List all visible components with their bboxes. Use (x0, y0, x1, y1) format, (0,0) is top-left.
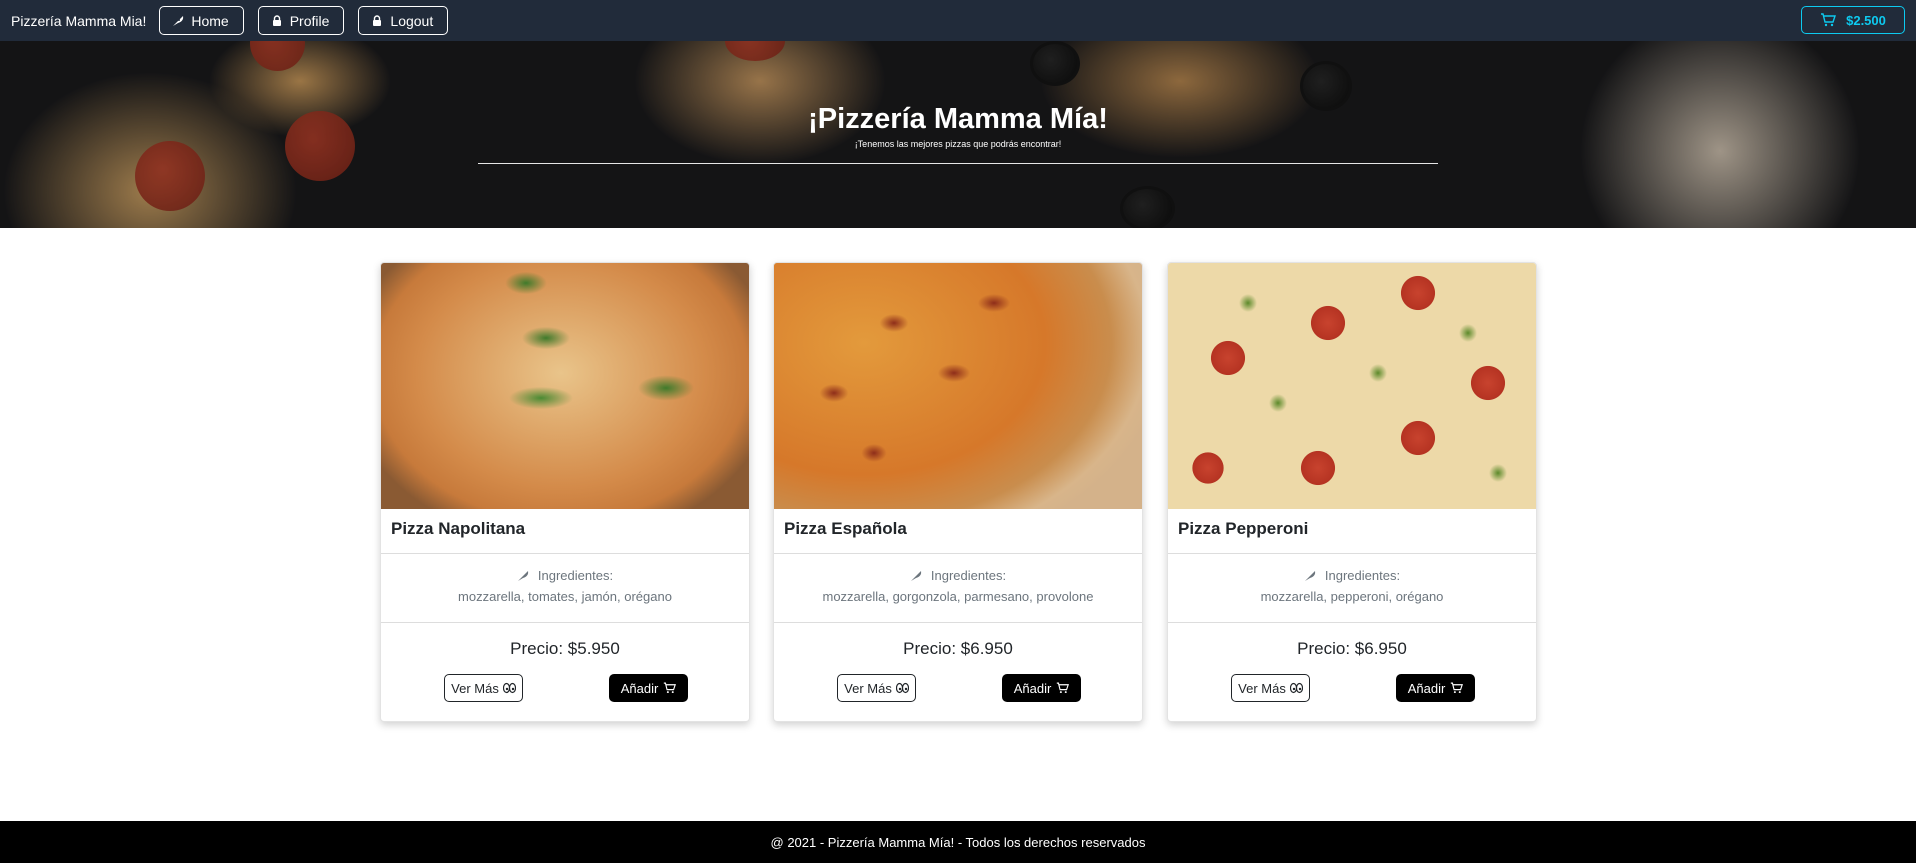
home-button[interactable]: Home (159, 6, 244, 35)
navbar: Pizzería Mamma Mia! Home Profile Logout … (0, 0, 1916, 41)
eyes-icon (1289, 682, 1303, 694)
pizza-price: Precio: $6.950 (1297, 639, 1407, 658)
add-to-cart-button[interactable]: Añadir (609, 674, 688, 702)
ingredients-label: Ingredientes: (537, 568, 614, 583)
view-more-button[interactable]: Ver Más (837, 674, 916, 702)
card-actions: Ver Más Añadir (1168, 674, 1536, 703)
card-actions: Ver Más Añadir (381, 674, 749, 703)
lock-icon (272, 14, 281, 26)
card-actions: Ver Más Añadir (774, 674, 1142, 703)
view-more-button[interactable]: Ver Más (1231, 674, 1310, 702)
logout-button-label: Logout (390, 12, 434, 29)
eyes-icon (895, 682, 909, 694)
cart-button[interactable]: $2.500 (1801, 6, 1905, 34)
add-label: Añadir (620, 680, 659, 696)
hero-subtitle: ¡Tenemos las mejores pizzas que podrás e… (854, 139, 1062, 149)
profile-button-label: Profile (289, 12, 330, 29)
view-more-label: Ver Más (1238, 680, 1286, 696)
lock-icon (373, 14, 382, 26)
ingredients-label: Ingredientes: (930, 568, 1007, 583)
ingredients-section: Ingredientes: mozzarella, tomates, jamón… (381, 554, 749, 623)
cart-icon (1451, 682, 1464, 694)
pizza-slice-icon (517, 570, 529, 581)
footer-text: @ 2021 - Pizzería Mamma Mía! - Todos los… (770, 834, 1146, 850)
pizza-name: Pizza Española (774, 509, 1142, 554)
pizza-slice-icon (910, 570, 922, 581)
cart-total: $2.500 (1846, 12, 1886, 28)
hero-banner: ¡Pizzería Mamma Mía! ¡Tenemos las mejore… (0, 41, 1916, 228)
add-label: Añadir (1407, 680, 1446, 696)
pizza-card: Pizza Pepperoni Ingredientes: mozzarella… (1167, 262, 1537, 722)
cart-icon (1057, 682, 1070, 694)
pizza-card: Pizza Española Ingredientes: mozzarella,… (773, 262, 1143, 722)
ingredients-list: mozzarella, tomates, jamón, orégano (458, 589, 672, 604)
pizza-slice-icon (173, 15, 184, 26)
view-more-button[interactable]: Ver Más (444, 674, 523, 702)
home-button-label: Home (191, 12, 229, 29)
add-to-cart-button[interactable]: Añadir (1002, 674, 1081, 702)
cart-icon (664, 682, 677, 694)
hero-divider (478, 163, 1438, 164)
footer: @ 2021 - Pizzería Mamma Mía! - Todos los… (0, 821, 1916, 863)
ingredients-section: Ingredientes: mozzarella, gorgonzola, pa… (774, 554, 1142, 623)
view-more-label: Ver Más (451, 680, 499, 696)
brand-name: Pizzería Mamma Mia! (11, 12, 147, 29)
pizza-price: Precio: $5.950 (510, 639, 620, 658)
ingredients-list: mozzarella, gorgonzola, parmesano, provo… (822, 589, 1094, 604)
pizza-image (1168, 263, 1536, 509)
view-more-label: Ver Más (844, 680, 892, 696)
pizza-image (381, 263, 749, 509)
logout-button[interactable]: Logout (358, 6, 449, 35)
hero-title: ¡Pizzería Mamma Mía! (808, 103, 1108, 135)
ingredients-list: mozzarella, pepperoni, orégano (1260, 589, 1444, 604)
add-label: Añadir (1013, 680, 1052, 696)
pizza-card: Pizza Napolitana Ingredientes: mozzarell… (380, 262, 750, 722)
cart-icon (1821, 13, 1837, 27)
add-to-cart-button[interactable]: Añadir (1396, 674, 1475, 702)
ingredients-section: Ingredientes: mozzarella, pepperoni, oré… (1168, 554, 1536, 623)
pizza-slice-icon (1304, 570, 1316, 581)
pizza-name: Pizza Pepperoni (1168, 509, 1536, 554)
ingredients-label: Ingredientes: (1324, 568, 1401, 583)
pizza-image (774, 263, 1142, 509)
eyes-icon (502, 682, 516, 694)
profile-button[interactable]: Profile (257, 6, 345, 35)
pizza-price: Precio: $6.950 (903, 639, 1013, 658)
pizza-name: Pizza Napolitana (381, 509, 749, 554)
